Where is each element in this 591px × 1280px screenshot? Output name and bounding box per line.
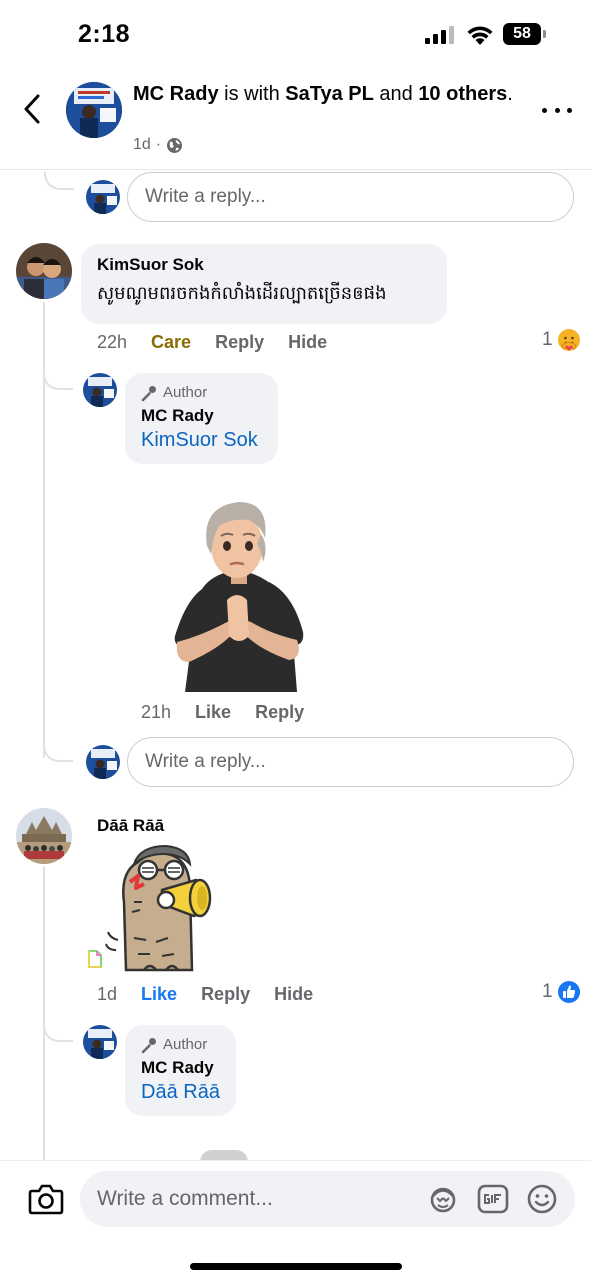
- post-period: .: [507, 83, 513, 105]
- meta-separator: ·: [155, 136, 162, 153]
- sticker-praying-woman: [174, 502, 304, 692]
- dot-1: [542, 107, 547, 113]
- like-button[interactable]: Like: [195, 702, 231, 723]
- reply-time: 21h: [141, 702, 172, 722]
- dot-3: [567, 107, 572, 113]
- reply-actions: 21h Like Reply: [141, 702, 304, 723]
- sticker-cat-megaphone: [105, 844, 212, 972]
- battery-cap: [543, 30, 546, 38]
- cellular-signal-icon: [425, 26, 454, 44]
- reply-avatar[interactable]: [83, 1025, 117, 1059]
- commenter-avatar[interactable]: [16, 243, 72, 299]
- mention-link[interactable]: Dāā Rāā: [141, 1079, 220, 1105]
- mention-link[interactable]: KimSuor Sok: [141, 427, 262, 453]
- thread-connector: [43, 370, 73, 390]
- commenter-avatar[interactable]: [16, 808, 72, 864]
- thread-connector: [44, 172, 74, 190]
- post-author-name[interactable]: MC Rady: [133, 83, 219, 105]
- globe-icon: [167, 137, 183, 153]
- reply-button[interactable]: Reply: [201, 984, 250, 1005]
- post-title: MC Rady is with SaTya PL and 10 others.: [133, 80, 533, 108]
- comment-actions: 1d Like Reply Hide: [97, 984, 313, 1005]
- author-badge-label: Author: [163, 384, 208, 401]
- reaction-count: 1: [542, 329, 553, 350]
- author-badge: Author: [141, 384, 262, 402]
- back-arrow-icon[interactable]: [18, 92, 48, 126]
- comment-bubble[interactable]: KimSuor Sok សូមណូមពរចកងកំលាំងដើរល្បាតច្រ…: [81, 244, 447, 324]
- hide-button[interactable]: Hide: [288, 332, 327, 353]
- microphone-icon: [141, 385, 156, 401]
- thread-connector: [43, 740, 73, 762]
- status-time: 2:18: [78, 20, 131, 48]
- reply-bubble[interactable]: Author MC Rady Dāā Rāā: [125, 1025, 236, 1116]
- comment-time: 1d: [97, 984, 118, 1004]
- post-and-text: and: [373, 83, 419, 105]
- author-badge-label: Author: [163, 1036, 208, 1053]
- reply-input[interactable]: Write a reply...: [127, 172, 574, 222]
- commenter-name[interactable]: KimSuor Sok: [97, 254, 431, 276]
- reaction-count: 1: [542, 981, 553, 1002]
- care-reaction-icon: [557, 329, 580, 351]
- reaction-summary[interactable]: 1: [542, 980, 581, 1004]
- post-time: 1d: [133, 136, 151, 153]
- comment-input[interactable]: Write a comment...: [80, 1171, 575, 1227]
- avatar-sticker-icon[interactable]: [427, 1183, 459, 1215]
- post-header: MC Rady is with SaTya PL and 10 others. …: [0, 70, 591, 170]
- more-options-button[interactable]: [542, 100, 572, 120]
- hide-button[interactable]: Hide: [274, 984, 313, 1005]
- comment-composer: Write a comment...: [0, 1160, 591, 1280]
- reply-avatar: [86, 180, 120, 214]
- camera-icon[interactable]: [28, 1183, 64, 1215]
- dot-2: [554, 107, 560, 113]
- post-author-avatar[interactable]: [66, 82, 122, 138]
- tagged-person[interactable]: SaTya PL: [285, 83, 374, 105]
- commenter-name[interactable]: Dāā Rāā: [97, 815, 164, 837]
- home-indicator: [190, 1263, 402, 1270]
- microphone-icon: [141, 1037, 156, 1053]
- comment-time: 22h: [97, 332, 128, 352]
- reply-input[interactable]: Write a reply...: [127, 737, 574, 787]
- reply-button[interactable]: Reply: [215, 332, 264, 353]
- status-bar: 2:18 58: [0, 0, 591, 70]
- gif-icon[interactable]: [477, 1183, 509, 1215]
- post-with-text: is with: [218, 83, 286, 105]
- battery-indicator: 58: [503, 23, 541, 45]
- comment-actions: 22h Care Reply Hide: [97, 332, 327, 353]
- reply-bubble[interactable]: Author MC Rady KimSuor Sok: [125, 373, 278, 464]
- reply-author-name[interactable]: MC Rady: [141, 405, 262, 427]
- author-badge: Author: [141, 1036, 220, 1054]
- wifi-icon: [467, 26, 493, 45]
- post-meta: 1d ·: [133, 136, 183, 154]
- tagged-others[interactable]: 10 others: [418, 83, 507, 105]
- like-button[interactable]: Like: [141, 984, 177, 1005]
- reply-author-name[interactable]: MC Rady: [141, 1057, 220, 1079]
- reply-avatar: [86, 745, 120, 779]
- thread-connector: [43, 1022, 73, 1042]
- reply-avatar[interactable]: [83, 373, 117, 407]
- comment-text: សូមណូមពរចកងកំលាំងដើរល្បាតច្រើនឲផង: [97, 283, 387, 304]
- reply-button[interactable]: Reply: [255, 702, 304, 723]
- like-reaction-icon: [557, 981, 580, 1003]
- emoji-icon[interactable]: [526, 1183, 558, 1215]
- sticker-pack-icon: [88, 950, 102, 968]
- comment-placeholder: Write a comment...: [97, 1187, 273, 1210]
- thread-line: [43, 866, 45, 1166]
- care-button[interactable]: Care: [151, 332, 191, 353]
- reaction-summary[interactable]: 1: [542, 328, 581, 352]
